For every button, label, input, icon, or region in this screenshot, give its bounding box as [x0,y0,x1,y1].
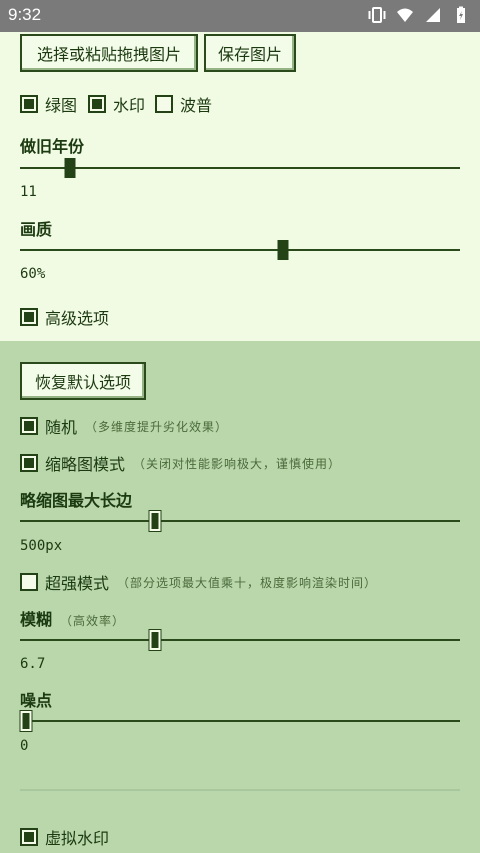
blur-heading-text: 模糊 [20,610,53,629]
random-checkbox[interactable] [20,417,38,435]
random-note: （多维度提升劣化效果） [85,419,229,434]
blur-slider-thumb[interactable] [148,629,162,651]
watermark-label: 水印 [113,96,146,115]
thumb-edge-slider-track [20,520,460,522]
thumbnail-note: （关闭对性能影响极大，谨慎使用） [133,456,342,471]
thumb-edge-slider[interactable] [20,510,460,532]
status-bar: 9:32 [0,0,480,32]
select-image-button[interactable]: 选择或粘贴拖拽图片 [20,34,198,72]
save-image-button[interactable]: 保存图片 [204,34,296,72]
save-image-label: 保存图片 [217,45,282,64]
thumb-edge-slider-thumb[interactable] [148,510,162,532]
green-label: 绿图 [45,96,78,115]
thumbnail-label: 缩略图模式 [45,455,126,474]
option-watermark[interactable]: 水印 [88,92,145,116]
virtual-watermark-checkbox[interactable] [20,828,38,846]
year-heading: 做旧年份 [20,137,85,156]
status-icons [368,6,470,24]
option-random[interactable]: 随机 （多维度提升劣化效果） [20,414,228,438]
pop-checkbox[interactable] [155,95,173,113]
quality-slider-thumb[interactable] [277,240,289,260]
quality-heading: 画质 [20,220,53,239]
quality-slider-track [20,249,460,251]
signal-icon [426,8,440,22]
thumb-edge-value: 500px [20,538,63,554]
noise-heading: 噪点 [20,691,53,710]
noise-value: 0 [20,738,29,754]
year-slider[interactable] [20,158,460,178]
watermark-checkbox[interactable] [88,95,106,113]
year-slider-thumb[interactable] [64,158,76,178]
noise-slider-track [20,720,460,722]
advanced-checkbox[interactable] [20,308,38,326]
basic-options-panel [0,32,480,341]
noise-slider-thumb[interactable] [19,710,33,732]
advanced-options-toggle[interactable]: 高级选项 [20,305,109,329]
virtual-watermark-label: 虚拟水印 [45,829,110,848]
blur-heading: 模糊 （高效率） [20,606,125,630]
option-green[interactable]: 绿图 [20,92,77,116]
noise-slider[interactable] [19,710,460,732]
select-image-label: 选择或粘贴拖拽图片 [36,45,181,64]
option-pop[interactable]: 波普 [155,92,212,116]
super-mode-label: 超强模式 [45,574,110,593]
status-time: 9:32 [8,5,42,24]
pop-label: 波普 [180,96,213,115]
year-slider-track [20,167,460,169]
vibrate-icon [368,7,386,23]
advanced-label: 高级选项 [45,309,110,328]
wifi-icon [397,8,413,22]
super-mode-checkbox[interactable] [20,573,38,591]
thumbnail-checkbox[interactable] [20,454,38,472]
battery-charging-icon [457,6,465,23]
option-thumbnail-mode[interactable]: 缩略图模式 （关闭对性能影响极大，谨慎使用） [20,451,341,475]
section-divider [20,789,460,791]
super-mode-note: （部分选项最大值乘十，极度影响渲染时间） [117,575,378,590]
reset-defaults-button[interactable]: 恢复默认选项 [20,362,146,400]
blur-note: （高效率） [60,614,126,628]
quality-slider[interactable] [20,240,460,260]
year-value: 11 [20,184,37,200]
option-virtual-watermark[interactable]: 虚拟水印 [20,825,109,849]
green-checkbox[interactable] [20,95,38,113]
quality-value: 60% [20,266,46,282]
reset-defaults-label: 恢复默认选项 [34,373,131,392]
option-super-mode[interactable]: 超强模式 （部分选项最大值乘十，极度影响渲染时间） [20,570,377,594]
thumb-edge-heading: 略缩图最大长边 [20,491,133,510]
blur-slider[interactable] [20,629,460,651]
blur-slider-track [20,639,460,641]
blur-value: 6.7 [20,656,46,672]
random-label: 随机 [45,418,78,437]
